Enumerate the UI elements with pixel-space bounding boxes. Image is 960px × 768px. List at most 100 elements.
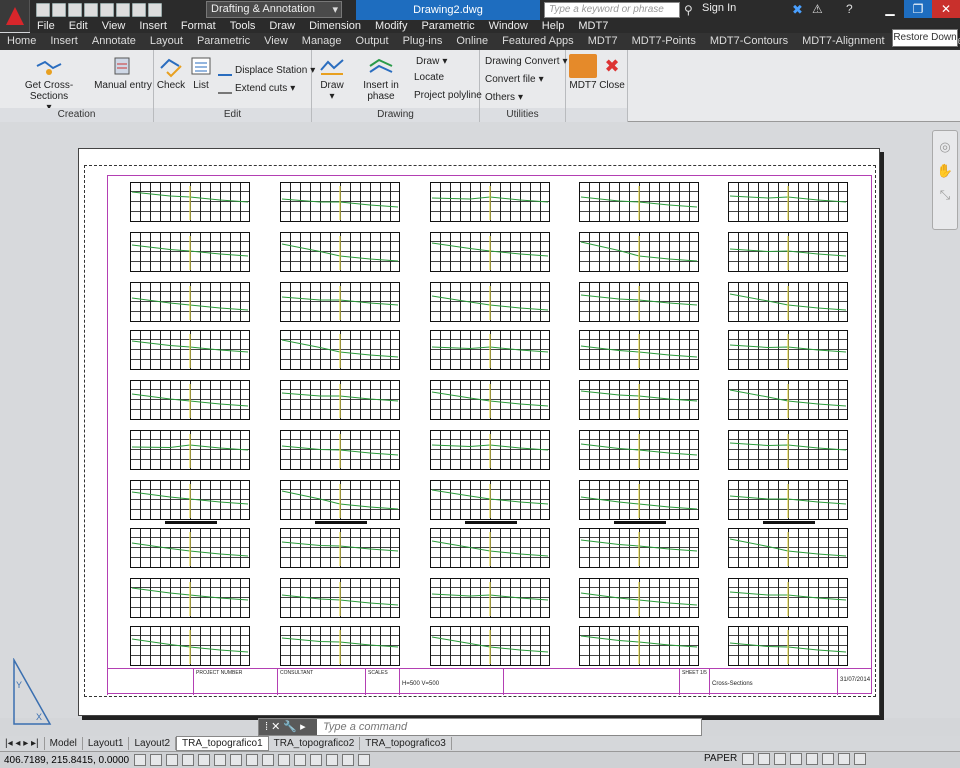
tab-parametric[interactable]: Parametric bbox=[190, 33, 257, 50]
mdt7-button[interactable]: MDT7 bbox=[568, 54, 598, 91]
layout-tab-tra-topografico2[interactable]: TRA_topografico2 bbox=[269, 737, 361, 750]
save-as-icon[interactable] bbox=[84, 2, 98, 17]
dynamic-ucs-icon[interactable] bbox=[262, 754, 274, 766]
application-menu-button[interactable] bbox=[0, 0, 30, 32]
tab-online[interactable]: Online bbox=[449, 33, 495, 50]
help-icon[interactable]: ? bbox=[846, 2, 853, 16]
zoom-icon[interactable]: ⤡ bbox=[933, 187, 957, 203]
tab-annotate[interactable]: Annotate bbox=[85, 33, 143, 50]
tab-layout[interactable]: Layout bbox=[143, 33, 190, 50]
menu-format[interactable]: Format bbox=[174, 20, 223, 33]
new-icon[interactable] bbox=[36, 2, 50, 17]
others-button[interactable]: Others ▾ bbox=[485, 92, 523, 103]
tab-view[interactable]: View bbox=[257, 33, 295, 50]
tab-mdt7[interactable]: MDT7 bbox=[581, 33, 625, 50]
list-button[interactable]: List bbox=[186, 54, 216, 91]
close-ribbon-button[interactable]: ✖ Close bbox=[598, 54, 626, 91]
object-snap-icon[interactable] bbox=[214, 754, 226, 766]
quick-view-layouts-icon[interactable] bbox=[742, 753, 754, 765]
extend-cuts-button[interactable]: Extend cuts ▾ bbox=[218, 82, 295, 94]
steering-wheel-icon[interactable]: ◎ bbox=[933, 139, 957, 155]
menu-file[interactable]: File bbox=[30, 20, 62, 33]
manual-entry-button[interactable]: Manual entry bbox=[94, 54, 152, 91]
convert-file-button[interactable]: Convert file ▾ bbox=[485, 74, 544, 85]
layout-tab-tra-topografico3[interactable]: TRA_topografico3 bbox=[360, 737, 452, 750]
menu-edit[interactable]: Edit bbox=[62, 20, 95, 33]
menu-mdt7[interactable]: MDT7 bbox=[571, 20, 615, 33]
tab-mdt7-points[interactable]: MDT7-Points bbox=[625, 33, 703, 50]
check-button[interactable]: Check bbox=[156, 54, 186, 91]
save-icon[interactable] bbox=[68, 2, 82, 17]
binoculars-icon[interactable]: ⚲ bbox=[684, 3, 693, 17]
open-icon[interactable] bbox=[52, 2, 66, 17]
print-icon[interactable] bbox=[116, 2, 130, 17]
search-input[interactable]: Type a keyword or phrase bbox=[544, 2, 680, 18]
annotation-monitor-icon[interactable] bbox=[358, 754, 370, 766]
stay-connected-icon[interactable]: ⚠ bbox=[812, 2, 823, 16]
quick-view-drawings-icon[interactable] bbox=[758, 753, 770, 765]
minimize-button[interactable]: ▁ bbox=[876, 0, 904, 18]
navigation-bar[interactable]: ◎ ✋ ⤡ bbox=[932, 130, 958, 230]
workspace-selector[interactable]: Drafting & Annotation bbox=[206, 1, 342, 18]
lock-toolbar-icon[interactable] bbox=[806, 753, 818, 765]
project-polyline-button[interactable]: Project polyline bbox=[414, 90, 482, 101]
tab-output[interactable]: Output bbox=[349, 33, 396, 50]
layout-tab-tra-topografico1[interactable]: TRA_topografico1 bbox=[176, 736, 269, 751]
command-input[interactable] bbox=[317, 721, 677, 733]
infer-constraints-icon[interactable] bbox=[134, 754, 146, 766]
drawing-convert-button[interactable]: Drawing Convert ▾ bbox=[485, 56, 568, 67]
restore-down-button[interactable]: ❐ bbox=[904, 0, 932, 18]
layout-nav-buttons[interactable]: |◂ ◂ ▸ ▸| bbox=[0, 737, 45, 750]
tab-mdt7-alignment[interactable]: MDT7-Alignment bbox=[795, 33, 892, 50]
plot-icon[interactable] bbox=[100, 2, 114, 17]
insert-in-phase-button[interactable]: Insert in phase bbox=[350, 54, 412, 102]
menu-dimension[interactable]: Dimension bbox=[302, 20, 368, 33]
menu-insert[interactable]: Insert bbox=[132, 20, 174, 33]
menu-window[interactable]: Window bbox=[482, 20, 535, 33]
tab-manage[interactable]: Manage bbox=[295, 33, 349, 50]
selection-cycling-icon[interactable] bbox=[342, 754, 354, 766]
redo-icon[interactable] bbox=[148, 2, 162, 17]
dynamic-input-icon[interactable] bbox=[278, 754, 290, 766]
command-line[interactable]: ⁞ ✕ 🔧 ▸ bbox=[258, 718, 702, 736]
draw-small-button[interactable]: Draw ▾ bbox=[416, 56, 447, 67]
clean-screen-icon[interactable] bbox=[854, 753, 866, 765]
pan-icon[interactable]: ✋ bbox=[933, 163, 957, 179]
3d-object-snap-icon[interactable] bbox=[230, 754, 242, 766]
layout-tab-model[interactable]: Model bbox=[45, 737, 83, 750]
paper-space-toggle[interactable]: PAPER bbox=[704, 753, 737, 764]
tab-mdt7-contours[interactable]: MDT7-Contours bbox=[703, 33, 795, 50]
quick-properties-icon[interactable] bbox=[326, 754, 338, 766]
tab-featured-apps[interactable]: Featured Apps bbox=[495, 33, 581, 50]
menu-help[interactable]: Help bbox=[535, 20, 572, 33]
workspace-switching-icon[interactable] bbox=[790, 753, 802, 765]
hardware-acceleration-icon[interactable] bbox=[822, 753, 834, 765]
command-line-icons[interactable]: ⁞ ✕ 🔧 ▸ bbox=[259, 719, 317, 735]
layout-tab-layout1[interactable]: Layout1 bbox=[83, 737, 130, 750]
menu-tools[interactable]: Tools bbox=[223, 20, 263, 33]
close-window-button[interactable]: ✕ bbox=[932, 0, 960, 18]
menu-modify[interactable]: Modify bbox=[368, 20, 414, 33]
menu-parametric[interactable]: Parametric bbox=[414, 20, 481, 33]
displace-station-button[interactable]: Displace Station ▾ bbox=[218, 64, 315, 76]
object-snap-tracking-icon[interactable] bbox=[246, 754, 258, 766]
undo-icon[interactable] bbox=[132, 2, 146, 17]
tab-plugins[interactable]: Plug-ins bbox=[396, 33, 450, 50]
transparency-icon[interactable] bbox=[310, 754, 322, 766]
locate-button[interactable]: Locate bbox=[414, 72, 444, 83]
annotation-scale-icon[interactable] bbox=[774, 753, 786, 765]
layout-tab-layout2[interactable]: Layout2 bbox=[129, 737, 177, 750]
menu-view[interactable]: View bbox=[95, 20, 133, 33]
isolate-objects-icon[interactable] bbox=[838, 753, 850, 765]
menu-draw[interactable]: Draw bbox=[262, 20, 302, 33]
snap-mode-icon[interactable] bbox=[150, 754, 162, 766]
grid-display-icon[interactable] bbox=[166, 754, 178, 766]
draw-large-button[interactable]: Draw ▾ bbox=[316, 54, 348, 102]
polar-tracking-icon[interactable] bbox=[198, 754, 210, 766]
lineweight-icon[interactable] bbox=[294, 754, 306, 766]
tab-insert[interactable]: Insert bbox=[43, 33, 85, 50]
sign-in-button[interactable]: Sign In bbox=[702, 2, 736, 14]
get-cross-sections-button[interactable]: Get Cross-Sections▾ bbox=[8, 54, 90, 113]
ortho-mode-icon[interactable] bbox=[182, 754, 194, 766]
tab-home[interactable]: Home bbox=[0, 33, 43, 50]
